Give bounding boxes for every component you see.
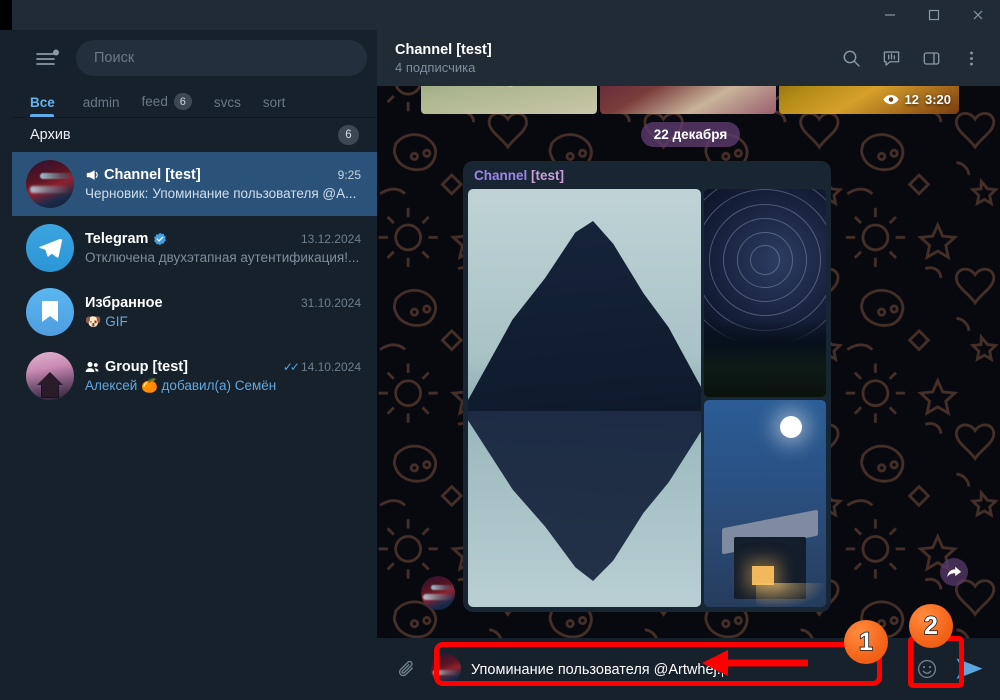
message-composer: Упоминание пользователя @Artwhej! [377,638,1000,700]
paperclip-icon[interactable] [393,655,421,683]
star-trails-night-photo[interactable] [704,189,826,397]
chat-preview-text: Алексей 🍊 добавил(а) Семён [85,377,277,393]
text-cursor [721,660,723,677]
search-icon[interactable] [834,41,868,75]
sender-avatar[interactable] [431,654,461,684]
moonlit-cabin-photo[interactable] [704,400,826,607]
chat-filter-tabs: Все admin feed 6 svcs sort [12,86,377,118]
chat-list-item-channel-test[interactable]: Channel [test] 9:25 Черновик: Упоминание… [12,152,377,216]
chat-preview: Черновик: Упоминание пользователя @A... [85,186,361,201]
channel-landscape-avatar [26,160,74,208]
date-pill-label: 22 декабря [640,122,741,147]
chat-name: Channel [test] [104,167,201,183]
smiley-icon[interactable] [912,654,942,684]
chat-preview: Отключена двухэтапная аутентификация!... [85,250,361,265]
draft-label: Черновик: [85,186,149,201]
filter-label: sort [262,95,286,110]
mountain-lake-reflection-photo[interactable] [468,189,702,607]
search-placeholder: Поиск [94,50,135,66]
filter-tab-all[interactable]: Все [30,95,66,117]
chat-pane: Channel [test] 4 подписчика 12 3:20 22 д… [377,30,1000,700]
chat-subtitle: 4 подписчика [395,59,476,75]
message-author-tag: [test] [531,168,565,183]
view-count: 12 [904,92,919,107]
group-house-avatar [26,352,74,400]
saved-messages-avatar [26,288,74,336]
filter-tab-sort[interactable]: sort [252,95,297,117]
chat-preview: 🐶 GIF [85,314,361,330]
forward-icon[interactable] [940,558,968,586]
read-ticks-icon: ✓✓ [282,359,300,374]
title-bar [0,0,1000,30]
megaphone-icon [85,168,99,182]
chat-time: 13.12.2024 [300,232,361,246]
chat-name: Telegram [85,231,149,247]
chat-header-actions [834,41,988,75]
chat-list: Channel [test] 9:25 Черновик: Упоминание… [12,152,377,700]
minimize-button[interactable] [868,0,912,30]
message-row: Channel [test] [421,161,960,612]
views-and-time: 12 3:20 [883,92,951,107]
album-photo[interactable] [421,86,597,114]
archive-label: Архив [30,127,71,143]
filter-tab-feed[interactable]: feed 6 [131,93,203,117]
filter-tab-admin[interactable]: admin [72,95,131,117]
telegram-logo-avatar [26,224,74,272]
photo-album [468,189,826,607]
group-people-icon [85,360,100,374]
archive-row[interactable]: Архив 6 [12,118,377,152]
chat-list-item-saved-messages[interactable]: Избранное 31.10.2024 🐶 GIF [12,280,377,344]
archive-count-badge: 6 [338,125,359,145]
chat-preview: Алексей 🍊 добавил(а) Семён [85,378,361,394]
chat-preview-text: Отключена двухэтапная аутентификация!... [85,250,360,265]
message-bubble[interactable]: Channel [test] [463,161,831,612]
chat-time: 31.10.2024 [300,295,361,310]
chat-preview-text: Упоминание пользователя @A... [152,186,357,201]
verified-badge-icon [153,232,167,246]
chat-header: Channel [test] 4 подписчика [377,30,1000,86]
album-photo[interactable] [600,86,776,114]
filter-tab-svcs[interactable]: svcs [203,95,252,117]
telegram-window: Поиск Все admin feed 6 svcs sort Архив 6… [0,0,1000,700]
chat-list-item-group-test[interactable]: Group [test] ✓✓ 14.10.2024 Алексей 🍊 доба… [12,344,377,408]
chat-name: Group [test] [105,358,188,375]
message-input-text: Упоминание пользователя @Artwhej! [471,661,721,678]
message-input[interactable]: Упоминание пользователя @Artwhej! [471,660,902,678]
moon [780,416,802,438]
chat-preview-text: GIF [105,314,128,329]
close-button[interactable] [956,0,1000,30]
eye-icon [883,94,899,105]
chat-name: Избранное [85,294,163,311]
previous-message-album[interactable]: 12 3:20 [421,86,961,114]
message-author: Channel [test] [468,168,826,189]
hamburger-menu-icon[interactable] [30,41,64,75]
statistics-icon[interactable] [874,41,908,75]
message-author-name: Channel [474,168,528,183]
message-time: 3:20 [924,92,951,107]
annotation-marker-1: 1 [844,620,888,664]
annotation-marker-2: 2 [909,604,953,648]
chat-time: 9:25 [337,168,361,182]
sidebar: Поиск Все admin feed 6 svcs sort Архив 6… [12,30,377,700]
filter-label: svcs [213,95,241,110]
filter-label: feed [141,94,168,109]
album-photo[interactable]: 12 3:20 [779,86,959,114]
chat-time: ✓✓ 14.10.2024 [282,359,361,374]
send-button[interactable] [952,651,988,687]
sidebar-search-row: Поиск [12,30,377,86]
avatar[interactable] [421,576,455,610]
gif-thumb-emoji: 🐶 [85,313,102,329]
maximize-button[interactable] [912,0,956,30]
more-menu-icon[interactable] [954,41,988,75]
filter-count-badge: 6 [173,93,192,110]
message-scroll-area[interactable]: 12 3:20 22 декабря Channel [test] [377,86,1000,638]
chat-list-item-telegram[interactable]: Telegram 13.12.2024 Отключена двухэтапна… [12,216,377,280]
toggle-panel-icon[interactable] [914,41,948,75]
filter-label: admin [82,95,120,110]
chat-title: Channel [test] [395,41,492,58]
filter-label: Все [30,95,55,110]
search-input[interactable]: Поиск [76,40,367,76]
